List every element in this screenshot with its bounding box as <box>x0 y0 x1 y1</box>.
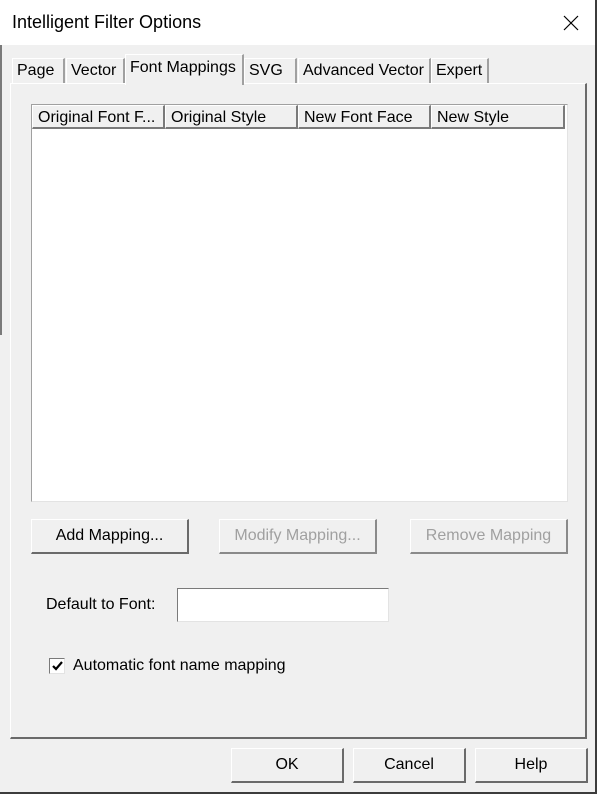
tab-svg[interactable]: SVG <box>244 58 297 84</box>
column-label: New Font Face <box>304 109 413 126</box>
list-header: Original Font F... Original Style New Fo… <box>32 105 567 129</box>
title-bar: Intelligent Filter Options <box>0 0 595 45</box>
button-label: Add Mapping... <box>55 527 164 544</box>
button-label: Modify Mapping... <box>234 527 361 544</box>
tab-label: Advanced Vector <box>303 62 424 79</box>
tab-label: Page <box>17 62 55 79</box>
default-font-input[interactable] <box>177 588 389 622</box>
button-label: OK <box>275 756 299 773</box>
tab-label: Vector <box>71 62 117 79</box>
modify-mapping-button[interactable]: Modify Mapping... <box>219 519 377 554</box>
column-label: New Style <box>437 109 510 126</box>
close-button[interactable] <box>548 6 594 40</box>
help-button[interactable]: Help <box>475 748 588 783</box>
column-header-new-style[interactable]: New Style <box>431 105 565 129</box>
dialog-title: Intelligent Filter Options <box>12 12 202 32</box>
tab-font-mappings[interactable]: Font Mappings <box>125 54 244 85</box>
tab-advanced-vector[interactable]: Advanced Vector <box>298 58 431 84</box>
font-mappings-list[interactable]: Original Font F... Original Style New Fo… <box>31 104 568 502</box>
column-header-original-font-face[interactable]: Original Font F... <box>32 105 165 129</box>
add-mapping-button[interactable]: Add Mapping... <box>31 519 189 554</box>
checkmark-icon <box>51 661 63 671</box>
button-label: Cancel <box>384 756 434 773</box>
window-edge <box>0 45 2 335</box>
column-label: Original Style <box>171 109 267 126</box>
tab-expert[interactable]: Expert <box>431 58 489 84</box>
remove-mapping-button[interactable]: Remove Mapping <box>410 519 568 554</box>
tab-label: SVG <box>249 62 283 79</box>
font-mappings-panel: Original Font F... Original Style New Fo… <box>10 83 587 739</box>
tab-label: Font Mappings <box>130 59 236 76</box>
default-font-label: Default to Font: <box>46 596 156 613</box>
auto-mapping-label[interactable]: Automatic font name mapping <box>73 657 286 675</box>
auto-mapping-checkbox[interactable] <box>49 658 65 674</box>
ok-button[interactable]: OK <box>231 748 344 783</box>
tab-page[interactable]: Page <box>12 58 65 84</box>
close-icon <box>563 15 579 31</box>
list-body[interactable] <box>32 129 567 501</box>
column-header-new-font-face[interactable]: New Font Face <box>298 105 431 129</box>
button-label: Help <box>514 756 548 773</box>
tab-vector[interactable]: Vector <box>66 58 125 84</box>
button-label: Remove Mapping <box>425 527 552 544</box>
cancel-button[interactable]: Cancel <box>353 748 466 783</box>
dialog-window: Intelligent Filter Options Page Vector F… <box>0 0 597 794</box>
column-label: Original Font F... <box>38 109 156 126</box>
column-header-original-style[interactable]: Original Style <box>165 105 298 129</box>
tab-label: Expert <box>436 62 483 79</box>
